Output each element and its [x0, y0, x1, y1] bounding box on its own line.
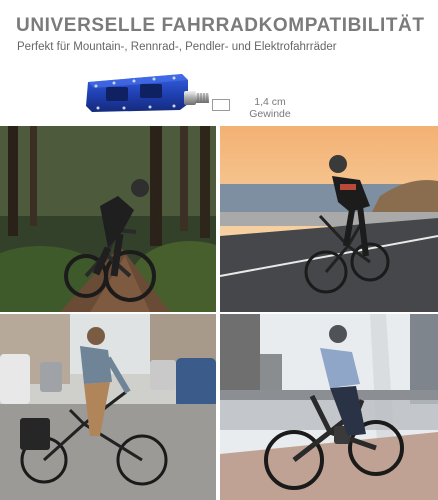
thread-size-caption: Gewinde — [249, 108, 291, 120]
product-compatibility-graphic: UNIVERSELLE FAHRRADKOMPATIBILITÄT Perfek… — [0, 0, 438, 500]
page-subtitle: Perfekt für Mountain-, Rennrad-, Pendler… — [17, 41, 337, 53]
bike-pedal-icon — [86, 74, 209, 112]
thread-size-indicator — [212, 99, 230, 111]
thread-size-label: 1,4 cm Gewinde — [236, 96, 304, 120]
mountain-bike-photo — [0, 126, 216, 312]
commuter-bike-photo — [0, 314, 216, 500]
e-bike-photo — [220, 314, 438, 500]
thread-size-value: 1,4 cm — [254, 96, 286, 108]
page-title: UNIVERSELLE FAHRRADKOMPATIBILITÄT — [16, 15, 425, 36]
header: UNIVERSELLE FAHRRADKOMPATIBILITÄT Perfek… — [0, 0, 438, 124]
road-bike-photo — [220, 126, 438, 312]
